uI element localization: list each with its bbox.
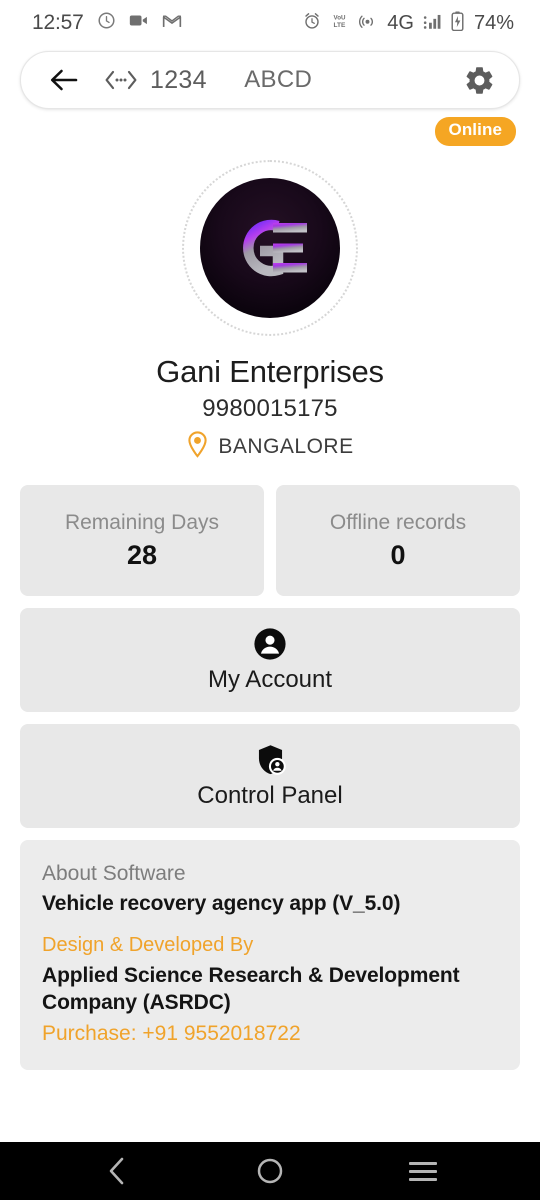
location-label: BANGALORE bbox=[218, 435, 354, 458]
ge-monogram-icon bbox=[243, 219, 307, 277]
nav-recents-icon[interactable] bbox=[391, 1148, 455, 1194]
about-developed-by-label: Design & Developed By bbox=[42, 934, 254, 956]
svg-text:LTE: LTE bbox=[334, 21, 347, 28]
logo-dotted-ring bbox=[182, 160, 358, 336]
svg-text:VoU: VoU bbox=[334, 14, 346, 21]
profile-section: Gani Enterprises 9980015175 BANGALORE bbox=[0, 146, 540, 463]
account-circle-icon bbox=[253, 627, 287, 661]
stat-value: 0 bbox=[390, 539, 406, 570]
hotspot-icon bbox=[358, 12, 377, 35]
app-root: 12:57 VoU LTE 4G 74% 1234 ABCD Online Ga… bbox=[0, 0, 540, 1200]
network-type-label: 4G bbox=[387, 11, 414, 34]
stat-label: Offline records bbox=[329, 510, 467, 534]
alarm-icon bbox=[303, 12, 321, 35]
control-panel-label: Control Panel bbox=[197, 781, 343, 809]
nav-back-icon[interactable] bbox=[85, 1148, 149, 1194]
company-location: BANGALORE bbox=[186, 431, 353, 463]
control-panel-button[interactable]: Control Panel bbox=[20, 724, 520, 828]
online-badge-row: Online bbox=[0, 112, 540, 146]
main-content: Remaining Days 28 Offline records 0 My A… bbox=[0, 485, 540, 1070]
clock-app-icon bbox=[97, 11, 116, 35]
stat-card-offline-records[interactable]: Offline records 0 bbox=[276, 485, 520, 596]
android-navigation-bar bbox=[0, 1142, 540, 1200]
nav-recents-bars bbox=[409, 1161, 438, 1181]
my-account-label: My Account bbox=[207, 665, 333, 693]
company-phone: 9980015175 bbox=[202, 395, 338, 422]
stat-value: 28 bbox=[126, 539, 158, 570]
arrow-left-icon[interactable] bbox=[47, 63, 81, 97]
about-product-name: Vehicle recovery agency app (V_5.0) bbox=[42, 892, 401, 915]
stat-label: Remaining Days bbox=[64, 510, 220, 534]
about-heading: About Software bbox=[42, 862, 186, 885]
header-number: 1234 bbox=[150, 65, 207, 94]
battery-percent-label: 74% bbox=[473, 11, 514, 34]
location-pin-icon bbox=[186, 431, 209, 463]
nav-home-icon[interactable] bbox=[238, 1148, 302, 1194]
status-bar-left: 12:57 bbox=[32, 11, 182, 35]
stats-row: Remaining Days 28 Offline records 0 bbox=[20, 485, 520, 596]
company-logo bbox=[200, 178, 340, 318]
status-bar-right: VoU LTE 4G 74% bbox=[303, 11, 514, 36]
shield-user-icon bbox=[254, 743, 287, 777]
status-badge: Online bbox=[434, 117, 516, 146]
gear-icon[interactable] bbox=[461, 62, 497, 98]
status-time: 12:57 bbox=[32, 11, 84, 34]
stat-card-remaining-days[interactable]: Remaining Days 28 bbox=[20, 485, 264, 596]
signal-bars-icon bbox=[423, 12, 442, 35]
company-name: Gani Enterprises bbox=[156, 354, 384, 389]
about-purchase-contact[interactable]: Purchase: +91 9552018722 bbox=[42, 1022, 498, 1046]
video-camera-icon bbox=[129, 13, 149, 33]
header-pill: 1234 ABCD bbox=[20, 51, 520, 109]
about-software-card: About Software Vehicle recovery agency a… bbox=[20, 840, 520, 1070]
my-account-button[interactable]: My Account bbox=[20, 608, 520, 712]
gmail-icon bbox=[162, 13, 182, 34]
header-bar: 1234 ABCD bbox=[0, 46, 540, 112]
page-title: ABCD bbox=[244, 66, 313, 93]
volte-icon: VoU LTE bbox=[330, 12, 349, 35]
status-bar: 12:57 VoU LTE 4G 74% bbox=[0, 0, 540, 46]
code-brackets-icon[interactable] bbox=[101, 64, 141, 96]
about-company-name: Applied Science Research & Development C… bbox=[42, 964, 460, 1014]
battery-icon bbox=[451, 11, 464, 36]
